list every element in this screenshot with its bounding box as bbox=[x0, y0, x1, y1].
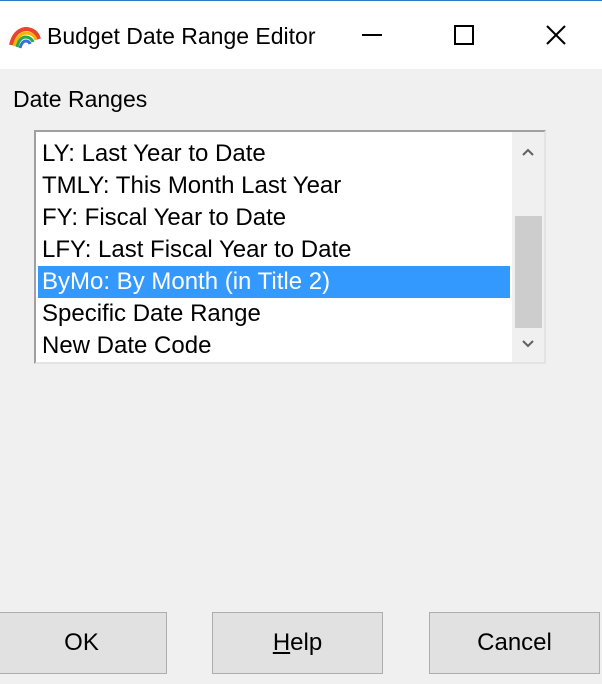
help-button[interactable]: Help bbox=[212, 612, 383, 674]
list-item[interactable]: LFY: Last Fiscal Year to Date bbox=[38, 234, 510, 266]
vertical-scrollbar[interactable] bbox=[512, 132, 544, 362]
list-items: LY: Last Year to Date TMLY: This Month L… bbox=[38, 138, 510, 362]
help-mnemonic: H bbox=[272, 629, 291, 656]
maximize-button[interactable] bbox=[418, 1, 510, 69]
cancel-button[interactable]: Cancel bbox=[429, 612, 600, 674]
rainbow-app-icon bbox=[9, 26, 41, 49]
minimize-button[interactable] bbox=[326, 1, 418, 69]
ok-button[interactable]: OK bbox=[0, 612, 167, 674]
scrollbar-thumb[interactable] bbox=[515, 216, 542, 328]
close-button[interactable] bbox=[510, 1, 602, 69]
list-item[interactable]: LY: Last Year to Date bbox=[38, 138, 510, 170]
maximize-icon bbox=[454, 25, 474, 45]
window-title: Budget Date Range Editor bbox=[47, 23, 316, 49]
title-bar[interactable]: Budget Date Range Editor bbox=[0, 1, 602, 69]
scroll-down-button[interactable] bbox=[512, 328, 544, 360]
close-icon bbox=[546, 25, 566, 45]
chevron-up-icon bbox=[522, 148, 534, 156]
list-item[interactable]: FY: Fiscal Year to Date bbox=[38, 202, 510, 234]
date-ranges-listbox[interactable]: LY: Last Year to Date TMLY: This Month L… bbox=[34, 130, 546, 364]
dialog-window: Budget Date Range Editor Date Ranges LY:… bbox=[0, 0, 602, 684]
list-item[interactable]: TMLY: This Month Last Year bbox=[38, 170, 510, 202]
list-item-selected[interactable]: ByMo: By Month (in Title 2) bbox=[38, 266, 510, 298]
minimize-icon bbox=[362, 34, 382, 36]
scroll-up-button[interactable] bbox=[512, 136, 544, 168]
date-ranges-label: Date Ranges bbox=[13, 86, 148, 112]
list-item[interactable]: New Date Code bbox=[38, 330, 510, 362]
chevron-down-icon bbox=[522, 340, 534, 348]
list-item[interactable]: Specific Date Range bbox=[38, 298, 510, 330]
help-label: elp bbox=[290, 629, 323, 656]
